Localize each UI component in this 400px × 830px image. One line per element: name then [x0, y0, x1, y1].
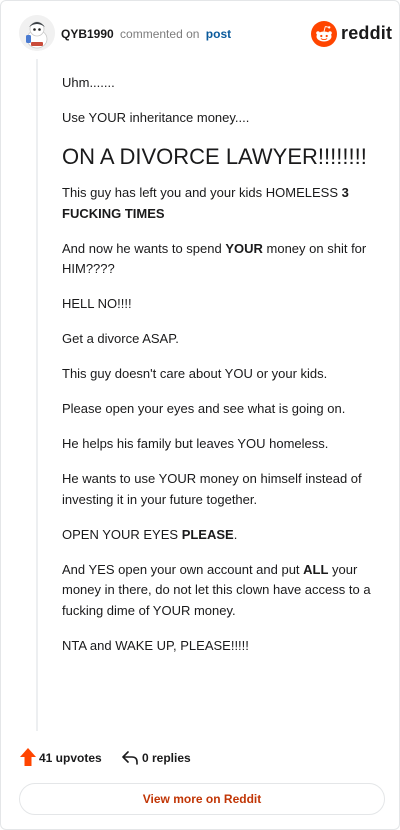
reply-count[interactable]: 0 replies [142, 751, 191, 765]
comment-paragraph: Please open your eyes and see what is go… [62, 401, 346, 416]
comment-paragraph: He helps his family but leaves YOU homel… [62, 436, 329, 451]
comment-meta: QYB1990 commented on post [61, 27, 231, 41]
comment-footer: 41 upvotes 0 replies [19, 747, 385, 769]
comment-paragraph: This guy has left you and your kids HOME… [62, 185, 349, 221]
upvote-arrow-icon[interactable] [19, 747, 37, 767]
username-link[interactable]: QYB1990 [61, 27, 114, 41]
reply-icon[interactable] [121, 749, 139, 767]
comment-body: Uhm....... Use YOUR inheritance money...… [62, 73, 382, 671]
reddit-brand[interactable]: reddit [311, 21, 392, 47]
comment-paragraph: Uhm....... [62, 75, 115, 90]
upvote-count: 41 upvotes [39, 751, 102, 765]
comment-paragraph: OPEN YOUR EYES PLEASE. [62, 526, 238, 542]
comment-paragraph: And YES open your own account and put AL… [62, 561, 371, 618]
comment-paragraph: He wants to use YOUR money on himself in… [62, 471, 362, 507]
comment-paragraph: Use YOUR inheritance money.... [62, 110, 250, 125]
comment-paragraph: This guy doesn't care about YOU or your … [62, 366, 328, 381]
thread-line[interactable] [36, 59, 38, 731]
comment-heading: ON A DIVORCE LAWYER!!!!!!!! [62, 144, 367, 169]
embedded-comment-card: QYB1990 commented on post reddit Uhm....… [0, 0, 400, 830]
reddit-logo-icon [311, 21, 337, 47]
user-avatar[interactable] [19, 15, 55, 51]
view-more-button[interactable]: View more on Reddit [19, 783, 385, 815]
comment-paragraph: And now he wants to spend YOUR money on … [62, 240, 367, 277]
post-link[interactable]: post [206, 27, 231, 41]
comment-header: QYB1990 commented on post reddit [19, 15, 392, 55]
reddit-wordmark: reddit [341, 23, 393, 43]
comment-verb: commented on [120, 27, 200, 41]
comment-paragraph: Get a divorce ASAP. [62, 331, 179, 346]
comment-paragraph: NTA and WAKE UP, PLEASE!!!!! [62, 637, 249, 653]
comment-paragraph: HELL NO!!!! [62, 296, 132, 311]
